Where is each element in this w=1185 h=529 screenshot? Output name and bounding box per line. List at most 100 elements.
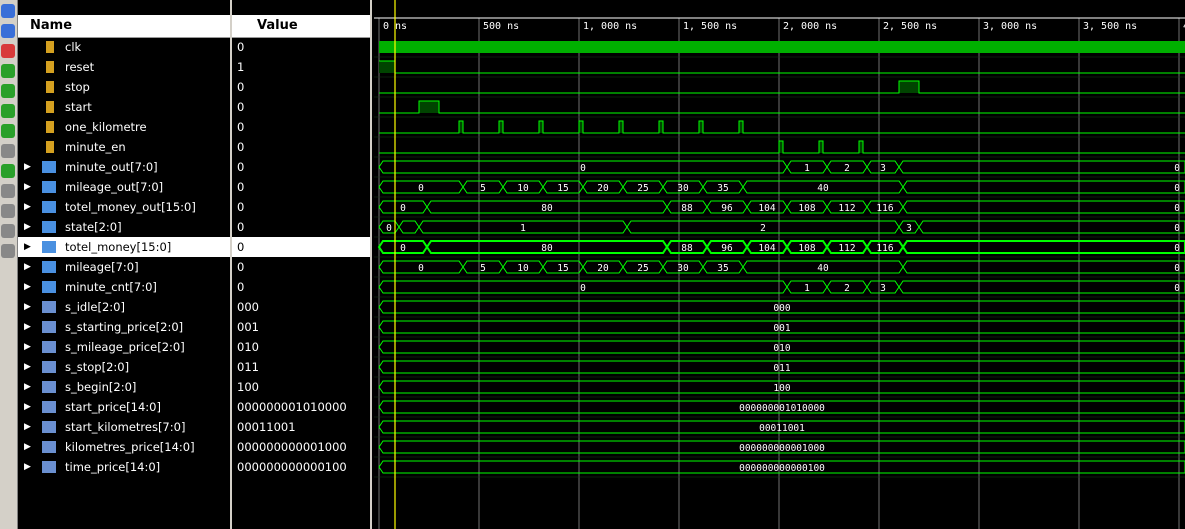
expand-arrow-icon[interactable]: ▶ — [24, 297, 31, 317]
signal-row[interactable]: start — [18, 97, 230, 117]
zoom-out-icon[interactable] — [1, 44, 15, 58]
expand-arrow-icon[interactable]: ▶ — [24, 157, 31, 177]
snap-transition-icon[interactable] — [1, 224, 15, 238]
bus-signal-icon — [42, 161, 56, 173]
expand-arrow-icon[interactable]: ▶ — [24, 337, 31, 357]
bus-value-label: 5 — [480, 263, 486, 274]
signal-row[interactable]: ▶ totel_money_out[15:0] — [18, 197, 230, 217]
signal-row[interactable]: ▶ s_starting_price[2:0] — [18, 317, 230, 337]
signal-value-row[interactable]: 0 — [232, 117, 370, 137]
bus-value-label: 100 — [773, 383, 790, 394]
signal-value-row[interactable]: 1 — [232, 57, 370, 77]
signal-value-row[interactable]: 001 — [232, 317, 370, 337]
signal-row[interactable]: reset — [18, 57, 230, 77]
signal-row[interactable]: ▶ time_price[14:0] — [18, 457, 230, 477]
signal-value-row[interactable]: 00011001 — [232, 417, 370, 437]
expand-arrow-icon[interactable]: ▶ — [24, 237, 31, 257]
bit-wave — [379, 100, 1185, 114]
signal-row[interactable]: ▶ s_stop[2:0] — [18, 357, 230, 377]
signal-row[interactable]: ▶ start_price[14:0] — [18, 397, 230, 417]
go-start-icon[interactable] — [1, 64, 15, 78]
swap-cursors-icon[interactable] — [1, 204, 15, 218]
signal-value-row[interactable]: 000000001010000 — [232, 397, 370, 417]
bit-signal-icon — [46, 101, 54, 113]
wave-divider[interactable] — [370, 0, 372, 529]
expand-arrow-icon[interactable]: ▶ — [24, 197, 31, 217]
zoom-in-icon[interactable] — [1, 4, 15, 18]
signal-row[interactable]: one_kilometre — [18, 117, 230, 137]
clock-wave — [379, 41, 1185, 53]
expand-arrow-icon[interactable]: ▶ — [24, 257, 31, 277]
signal-value-row[interactable]: 000000000001000 — [232, 437, 370, 457]
signal-row[interactable]: ▶ totel_money[15:0] — [18, 237, 230, 257]
expand-arrow-icon[interactable]: ▶ — [24, 377, 31, 397]
signal-value: 000000000001000 — [237, 440, 347, 454]
signal-row[interactable]: ▶ mileage[7:0] — [18, 257, 230, 277]
signal-row[interactable]: minute_en — [18, 137, 230, 157]
signal-row[interactable]: stop — [18, 77, 230, 97]
signal-value-row[interactable]: 0 — [232, 77, 370, 97]
signal-row[interactable]: ▶ s_mileage_price[2:0] — [18, 337, 230, 357]
signal-row[interactable]: clk — [18, 37, 230, 57]
next-transition-icon[interactable] — [1, 124, 15, 138]
signal-value: 0 — [237, 200, 245, 214]
signal-row[interactable]: ▶ s_idle[2:0] — [18, 297, 230, 317]
signal-name: s_starting_price[2:0] — [65, 320, 184, 334]
bus-value-label: 112 — [838, 203, 855, 214]
signal-row[interactable]: ▶ s_begin[2:0] — [18, 377, 230, 397]
zoom-fit-icon[interactable] — [1, 24, 15, 38]
expand-arrow-icon[interactable]: ▶ — [24, 437, 31, 457]
signal-value-row[interactable]: 000 — [232, 297, 370, 317]
signal-value-row[interactable]: 0 — [232, 277, 370, 297]
parameter-icon — [42, 361, 56, 373]
signal-name: s_idle[2:0] — [65, 300, 125, 314]
signal-row[interactable]: ▶ minute_out[7:0] — [18, 157, 230, 177]
add-marker-icon[interactable] — [1, 144, 15, 158]
expand-arrow-icon[interactable]: ▶ — [24, 277, 31, 297]
signal-value-row[interactable]: 0 — [232, 237, 370, 257]
signal-row[interactable]: ▶ mileage_out[7:0] — [18, 177, 230, 197]
signal-name: totel_money_out[15:0] — [65, 200, 196, 214]
prev-transition-icon[interactable] — [1, 104, 15, 118]
bit-signal-icon — [46, 41, 54, 53]
expand-arrow-icon[interactable]: ▶ — [24, 357, 31, 377]
prev-marker-icon[interactable] — [1, 164, 15, 178]
bus-value-label: 0 — [1174, 183, 1180, 194]
signal-value-row[interactable]: 0 — [232, 177, 370, 197]
signal-value-row[interactable]: 0 — [232, 137, 370, 157]
signal-value-row[interactable]: 0 — [232, 37, 370, 57]
expand-arrow-icon[interactable]: ▶ — [24, 317, 31, 337]
signal-name: minute_en — [65, 140, 126, 154]
next-marker-icon[interactable] — [1, 184, 15, 198]
expand-arrow-icon[interactable]: ▶ — [24, 397, 31, 417]
expand-arrow-icon[interactable]: ▶ — [24, 217, 31, 237]
signal-row[interactable]: ▶ kilometres_price[14:0] — [18, 437, 230, 457]
waveform-panel[interactable]: 0 ns 500 ns 1, 000 ns 1, 500 ns 2, 000 ns 2, … — [374, 0, 1185, 529]
name-column-header[interactable]: Name — [18, 15, 230, 38]
bus-value-label: 40 — [817, 183, 829, 194]
signal-row[interactable]: ▶ state[2:0] — [18, 217, 230, 237]
signal-value-row[interactable]: 0 — [232, 197, 370, 217]
expand-arrow-icon[interactable]: ▶ — [24, 177, 31, 197]
signal-value-row[interactable]: 100 — [232, 377, 370, 397]
bus-value-label: 000000001010000 — [739, 403, 825, 414]
signal-value-row[interactable]: 0 — [232, 217, 370, 237]
signal-row[interactable]: ▶ start_kilometres[7:0] — [18, 417, 230, 437]
signal-value-row[interactable]: 0 — [232, 157, 370, 177]
expand-arrow-icon[interactable]: ▶ — [24, 457, 31, 477]
bus-value-label: 35 — [717, 263, 728, 274]
bus-signal-icon — [42, 201, 56, 213]
value-column-header[interactable]: Value — [232, 15, 370, 38]
expand-icon[interactable] — [1, 244, 15, 258]
bus-value-label: 20 — [597, 183, 609, 194]
waveform-canvas[interactable]: 0 ns 500 ns 1, 000 ns 1, 500 ns 2, 000 ns 2, … — [374, 0, 1185, 529]
signal-value-row[interactable]: 010 — [232, 337, 370, 357]
signal-value-row[interactable]: 0 — [232, 257, 370, 277]
bus-value-label: 0 — [580, 283, 586, 294]
signal-value-row[interactable]: 0 — [232, 97, 370, 117]
signal-row[interactable]: ▶ minute_cnt[7:0] — [18, 277, 230, 297]
go-end-icon[interactable] — [1, 84, 15, 98]
expand-arrow-icon[interactable]: ▶ — [24, 417, 31, 437]
signal-value-row[interactable]: 000000000000100 — [232, 457, 370, 477]
signal-value-row[interactable]: 011 — [232, 357, 370, 377]
